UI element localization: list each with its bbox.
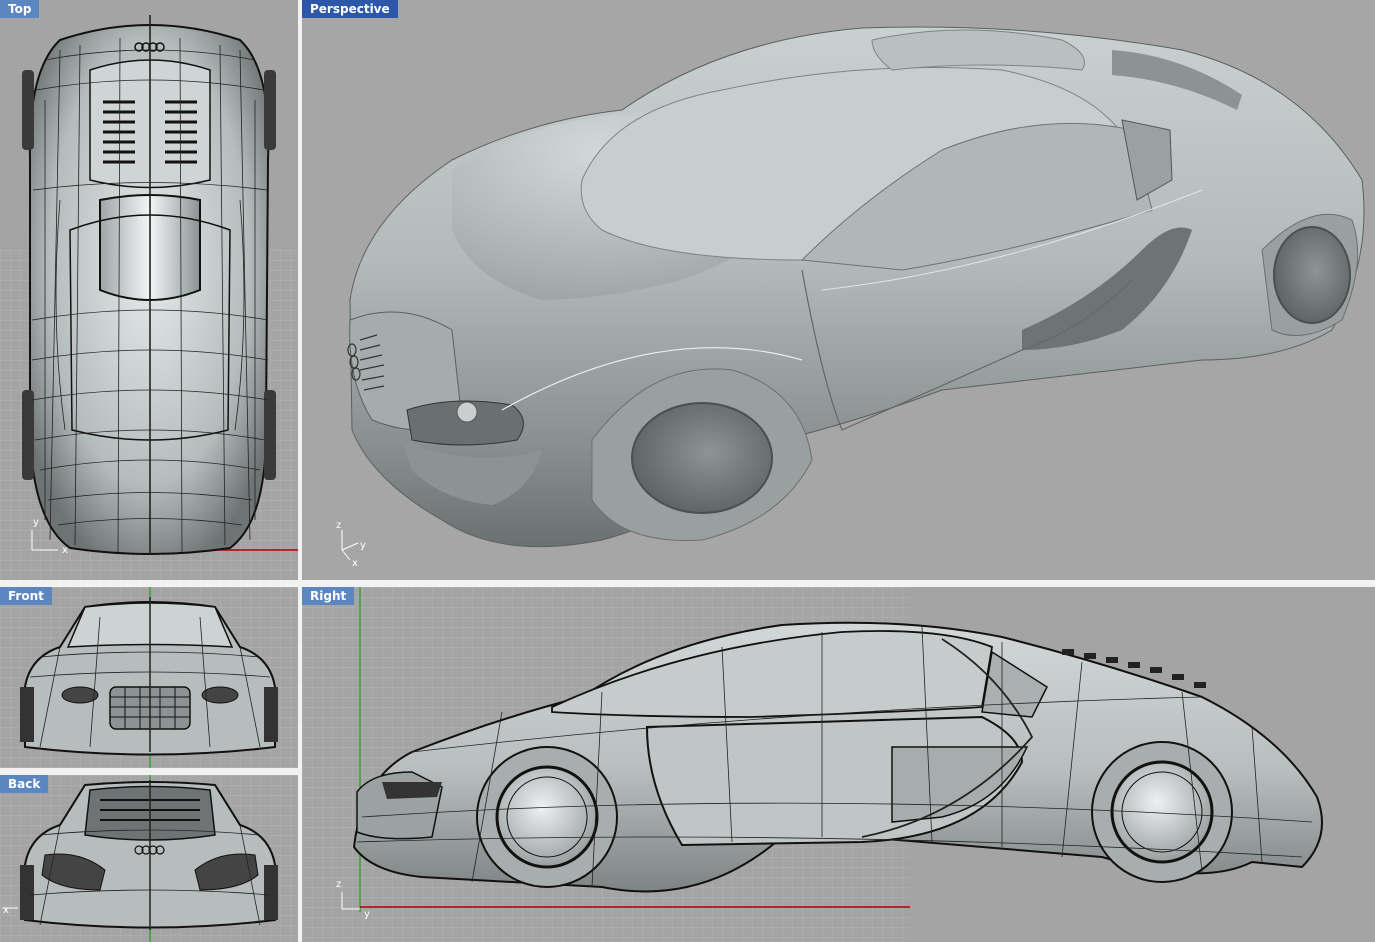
viewport-perspective[interactable]: Perspective z y x — [302, 0, 1375, 580]
axis-label-y: y — [364, 909, 370, 920]
viewport-tab-top[interactable]: Top — [0, 0, 40, 18]
viewport-top-canvas: y x — [0, 15, 298, 580]
car-model-top[interactable] — [22, 15, 276, 555]
viewport-perspective-canvas: z y x — [336, 26, 1365, 569]
viewport-back-canvas: x — [0, 775, 298, 942]
axis-triad-perspective: z y x — [336, 520, 366, 569]
viewport-tab-perspective[interactable]: Perspective — [302, 0, 398, 18]
viewport-front[interactable]: Front — [0, 587, 298, 768]
viewport-right-canvas: z y — [302, 587, 1323, 942]
viewport-right[interactable]: Right z y — [302, 587, 1375, 942]
viewport-tab-front[interactable]: Front — [0, 587, 52, 605]
axis-label-x: x — [3, 905, 9, 916]
axis-label-z: z — [336, 879, 341, 890]
viewport-tab-right[interactable]: Right — [302, 587, 355, 605]
axis-label-x: x — [62, 545, 68, 556]
viewport-top[interactable]: Top y x — [0, 0, 298, 580]
axis-label-x: x — [352, 558, 358, 569]
viewport-front-canvas — [0, 587, 298, 768]
axis-label-y: y — [33, 517, 39, 528]
viewport-back[interactable]: Back x — [0, 775, 298, 942]
viewport-tab-back[interactable]: Back — [0, 775, 49, 793]
axis-label-y: y — [360, 540, 366, 551]
axis-label-z: z — [336, 520, 341, 531]
car-model-perspective[interactable] — [347, 26, 1365, 548]
